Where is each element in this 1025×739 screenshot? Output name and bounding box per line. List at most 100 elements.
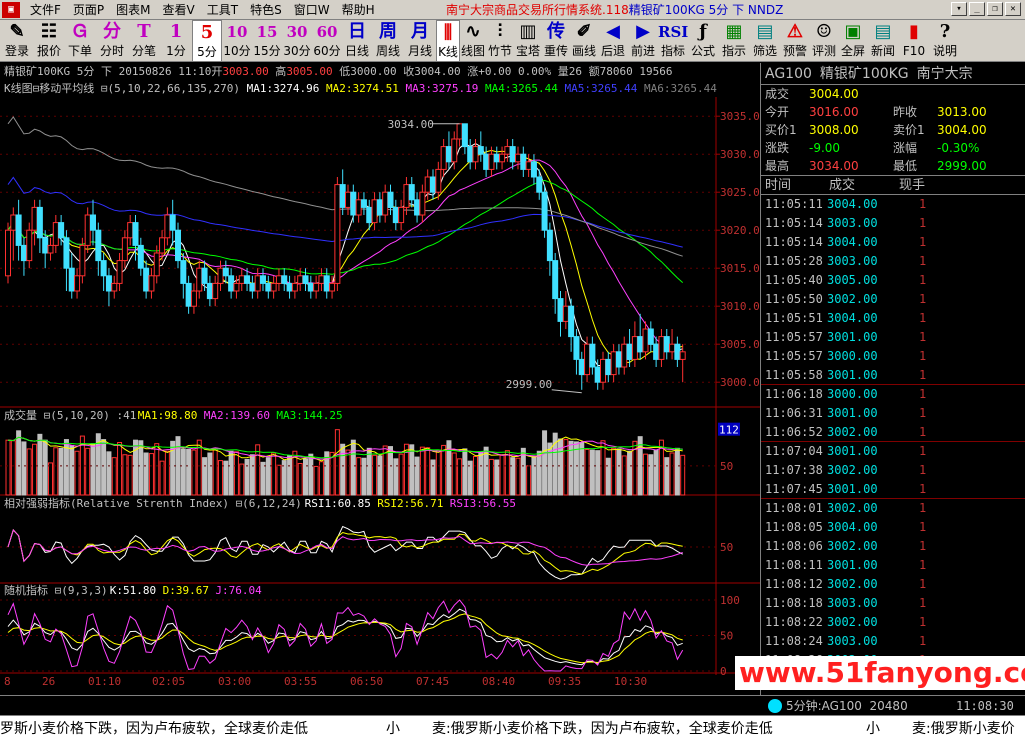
volume-bar [16, 430, 22, 496]
close-icon[interactable]: ✕ [1005, 2, 1021, 16]
tick-tp: 3002.00 [827, 615, 878, 629]
news-item[interactable]: 罗斯小麦价格下跌，因为卢布疲软，全球麦价走低 [0, 718, 308, 738]
menu-item-7[interactable]: 帮助H [336, 2, 381, 18]
news-item[interactable]: 小 [866, 718, 880, 738]
toolbar-resend-button[interactable]: 传重传 [542, 20, 570, 62]
volume-bar [308, 453, 314, 496]
menu-item-6[interactable]: 窗口W [288, 2, 336, 18]
toolbar-label: 前进 [630, 44, 655, 58]
toolbar-news-button[interactable]: ▤ 新闻 [868, 20, 898, 62]
candle-body [552, 260, 559, 300]
quote-k: 涨跌 [765, 141, 790, 155]
restore-icon[interactable]: ❐ [987, 2, 1003, 16]
low-annotation: 2999.00 [506, 378, 552, 391]
candle-body [153, 252, 160, 277]
menu-item-5[interactable]: 特色S [244, 2, 288, 18]
menu-item-3[interactable]: 查看V [157, 2, 201, 18]
toolbar-evaluate-button[interactable]: ☺ 评测 [810, 20, 838, 62]
tick-tp: 3001.00 [827, 406, 878, 420]
toolbar-5min-button[interactable]: 5 5分 [192, 20, 222, 62]
candle-body [584, 343, 591, 376]
tick-tt: 11:08:06 [765, 539, 823, 553]
tick-tt: 11:08:22 [765, 615, 823, 629]
menu-item-4[interactable]: 工具T [201, 2, 244, 18]
menu-item-2[interactable]: 图表M [110, 2, 156, 18]
tick-tp: 3001.00 [827, 558, 878, 572]
indicate-icon: ▦ [725, 21, 743, 42]
tick-tt: 11:08:05 [765, 520, 823, 534]
toolbar-monthly-button[interactable]: 月月线 [404, 20, 436, 62]
toolbar-30min-button[interactable]: 30 30分 [282, 20, 312, 62]
quote-k: 今开 [765, 105, 790, 119]
toolbar-10min-button[interactable]: 10 10分 [222, 20, 252, 62]
toolbar-15min-button[interactable]: 15 15分 [252, 20, 282, 62]
candle-body [440, 146, 447, 170]
volume-bar [515, 457, 521, 496]
toolbar-filter-button[interactable]: ▤ 筛选 [750, 20, 780, 62]
status-dot-icon [768, 699, 782, 713]
candle-body [414, 199, 421, 216]
tick-row: 11:07:04 3001.00 1 [761, 442, 1025, 461]
toolbar-alert-button[interactable]: ⚠ 预警 [780, 20, 810, 62]
tick-list[interactable]: 11:05:11 3004.00 1 11:05:14 3003.00 1 11:05:14… [761, 195, 1025, 670]
30min-icon: 30 [286, 23, 308, 41]
volume-bar [483, 446, 489, 496]
tick-row: 11:05:14 3003.00 1 [761, 214, 1025, 233]
toolbar-label: 宝塔 [515, 44, 540, 58]
volume-bar [334, 429, 340, 496]
toolbar-timeshare-button[interactable]: 分分时 [96, 20, 128, 62]
tick-row: 11:06:52 3002.00 1 [761, 423, 1025, 442]
toolbar-quote-button[interactable]: ☷ 报价 [34, 20, 64, 62]
news-item[interactable]: 小 [386, 718, 400, 738]
kline-chart[interactable]: 3035.0 3030.0 3025.0 3020.0 3015.0 3010.0 3005… [0, 97, 760, 695]
toolbar-login-button[interactable]: ✎ 登录 [0, 20, 34, 62]
info-high: 3005.00 [286, 65, 333, 78]
news-item[interactable]: 麦:俄罗斯小麦价格下跌，因为卢布疲软，全球麦价走低 [432, 718, 773, 738]
candle-body [419, 191, 426, 216]
toolbar-f10-button[interactable]: ▮ F10 [898, 20, 930, 62]
toolbar-tower-button[interactable]: ▥ 宝塔 [514, 20, 542, 62]
toolbar-drawline-button[interactable]: ✐ 画线 [570, 20, 598, 62]
monthly-icon: 月 [411, 21, 429, 42]
news-ticker[interactable]: 罗斯小麦价格下跌，因为卢布疲软，全球麦价走低 小 麦:俄罗斯小麦价格下跌，因为卢布疲… [0, 715, 1025, 739]
minimize-icon[interactable]: _ [969, 2, 985, 16]
volume-bar [457, 458, 463, 496]
candle-body [637, 336, 644, 353]
toolbar-ticks-button[interactable]: T 分笔 [128, 20, 160, 62]
toolbar-indicator-button[interactable]: RSI 指标 [658, 20, 688, 62]
price-axis-label: 3020.0 [720, 224, 760, 237]
toolbar-linechart-button[interactable]: ∿ 线图 [460, 20, 486, 62]
candle-body [536, 176, 543, 193]
toolbar-weekly-button[interactable]: 周周线 [372, 20, 404, 62]
price-axis-label: 3000.0 [720, 376, 760, 389]
toolbar-back-button[interactable]: ◀ 后退 [598, 20, 628, 62]
toolbar-forward-button[interactable]: ▶ 前进 [628, 20, 658, 62]
candle-body [398, 206, 405, 224]
toolbar-kline-button[interactable]: ⫼ K线 [436, 20, 460, 62]
toolbar-bamboo-button[interactable]: ⫶ 竹节 [486, 20, 514, 62]
candle-body [265, 282, 272, 292]
volume-bar [600, 440, 606, 496]
candle-body [148, 275, 155, 292]
toolbar-fullscreen-button[interactable]: ▣ 全屏 [838, 20, 868, 62]
tick-header-time: 时间 [765, 178, 792, 193]
toolbar-1min-button[interactable]: 1 1分 [160, 20, 192, 62]
low-annotation-line [551, 389, 582, 394]
candle-body [217, 267, 224, 284]
menu-item-1[interactable]: 页面P [67, 2, 110, 18]
news-item[interactable]: 麦:俄罗斯小麦价 [912, 718, 1015, 738]
volume-bar [510, 457, 516, 496]
tick-tv: 1 [919, 596, 927, 610]
restore-down-icon[interactable]: ▾ [951, 2, 967, 16]
toolbar-formula-button[interactable]: ƒ 公式 [688, 20, 718, 62]
candle-body [488, 153, 495, 170]
help-icon: ? [939, 21, 951, 42]
toolbar-order-button[interactable]: Ꮐ 下单 [64, 20, 96, 62]
toolbar-help-button[interactable]: ? 说明 [930, 20, 960, 62]
toolbar-60min-button[interactable]: 60 60分 [312, 20, 342, 62]
toolbar-daily-button[interactable]: 日日线 [342, 20, 372, 62]
volume-bar [48, 462, 53, 496]
candle-body [382, 191, 389, 216]
toolbar-indicate-button[interactable]: ▦ 指示 [718, 20, 750, 62]
menu-item-0[interactable]: 文件F [24, 2, 67, 18]
